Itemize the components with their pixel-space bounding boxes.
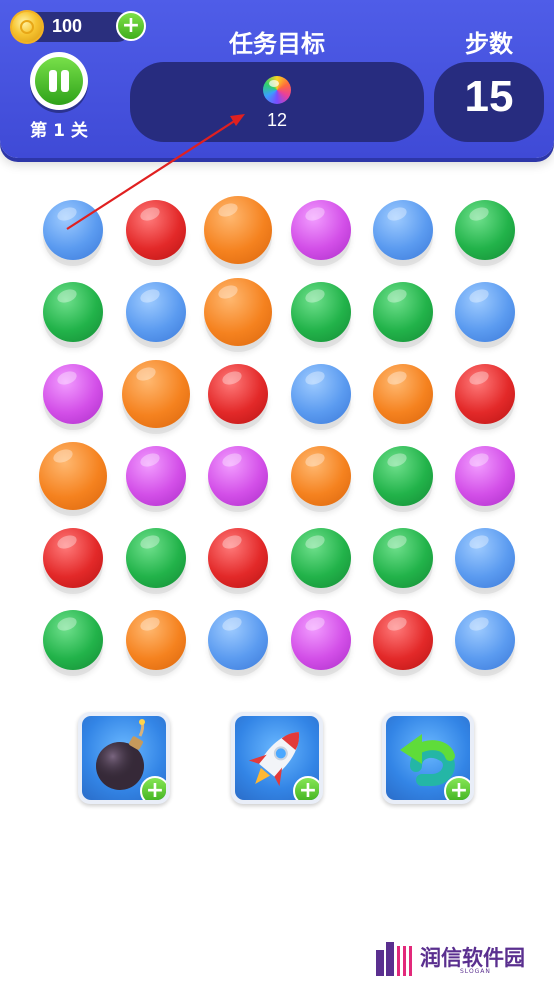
- powerup-add-icon: +: [140, 776, 166, 800]
- red-ball[interactable]: [208, 364, 268, 424]
- green-ball[interactable]: [455, 200, 515, 260]
- blue-ball[interactable]: [373, 200, 433, 260]
- green-ball[interactable]: [373, 446, 433, 506]
- orange-ball[interactable]: [204, 278, 272, 346]
- orange-ball[interactable]: [126, 610, 186, 670]
- green-ball[interactable]: [43, 610, 103, 670]
- green-ball[interactable]: [373, 282, 433, 342]
- purple-ball[interactable]: [455, 446, 515, 506]
- orange-ball[interactable]: [122, 360, 190, 428]
- purple-ball[interactable]: [208, 446, 268, 506]
- green-ball[interactable]: [373, 528, 433, 588]
- purple-ball[interactable]: [126, 446, 186, 506]
- orange-ball[interactable]: [291, 446, 351, 506]
- powerup-add-icon: +: [293, 776, 319, 800]
- orange-ball[interactable]: [204, 196, 272, 264]
- game-board: [0, 0, 554, 700]
- purple-ball[interactable]: [291, 200, 351, 260]
- blue-ball[interactable]: [455, 610, 515, 670]
- blue-ball[interactable]: [43, 200, 103, 260]
- blue-ball[interactable]: [208, 610, 268, 670]
- orange-ball[interactable]: [373, 364, 433, 424]
- powerup-bomb-button[interactable]: +: [78, 712, 170, 804]
- red-ball[interactable]: [126, 200, 186, 260]
- powerup-undo-button[interactable]: +: [382, 712, 474, 804]
- blue-ball[interactable]: [455, 282, 515, 342]
- red-ball[interactable]: [43, 528, 103, 588]
- watermark-slogan: SLOGAN: [460, 968, 491, 975]
- red-ball[interactable]: [373, 610, 433, 670]
- green-ball[interactable]: [126, 528, 186, 588]
- purple-ball[interactable]: [43, 364, 103, 424]
- green-ball[interactable]: [291, 282, 351, 342]
- blue-ball[interactable]: [455, 528, 515, 588]
- powerup-rocket-button[interactable]: +: [231, 712, 323, 804]
- orange-ball[interactable]: [39, 442, 107, 510]
- red-ball[interactable]: [208, 528, 268, 588]
- green-ball[interactable]: [291, 528, 351, 588]
- purple-ball[interactable]: [291, 610, 351, 670]
- powerup-add-icon: +: [444, 776, 470, 800]
- blue-ball[interactable]: [126, 282, 186, 342]
- watermark-logo: [376, 942, 412, 976]
- red-ball[interactable]: [455, 364, 515, 424]
- blue-ball[interactable]: [291, 364, 351, 424]
- green-ball[interactable]: [43, 282, 103, 342]
